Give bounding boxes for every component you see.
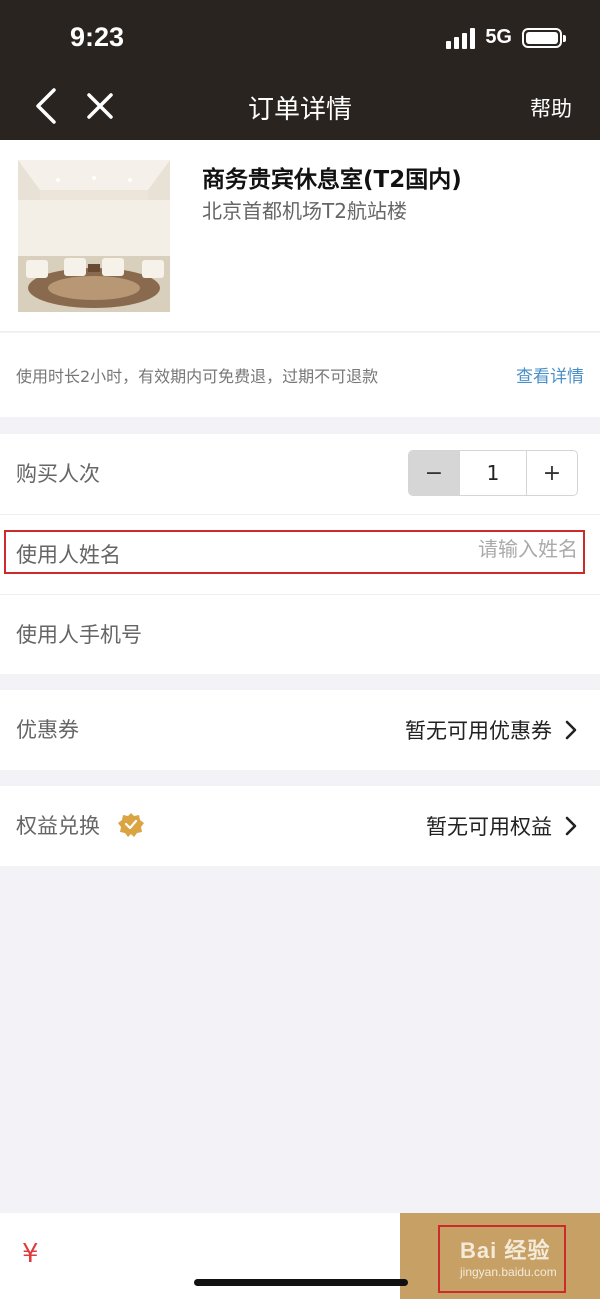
help-button[interactable]: 帮助 [530,93,572,123]
quantity-row: 购买人次 − 1 + [0,434,600,514]
home-indicator [194,1279,408,1286]
lounge-name: 商务贵宾休息室(T2国内) [202,167,462,193]
signal-icon [446,27,476,49]
name-field-highlight [4,530,585,574]
quantity-value: 1 [459,451,527,495]
policy-bar: 使用时长2小时，有效期内可免费退，过期不可退款 查看详情 [0,333,600,417]
coupon-label: 优惠券 [16,718,79,742]
lounge-location: 北京首都机场T2航站楼 [202,199,407,223]
benefit-label: 权益兑换 [16,814,100,838]
view-details-link[interactable]: 查看详情 [516,362,584,387]
page-title: 订单详情 [247,95,352,125]
badge-icon [118,813,144,837]
status-time: 9:23 [70,22,125,52]
watermark-url: jingyan.baidu.com [460,1265,557,1279]
submit-button[interactable]: Bai 经验 jingyan.baidu.com [400,1213,600,1299]
product-card: 商务贵宾休息室(T2国内) 北京首都机场T2航站楼 [0,140,600,332]
network-label: 5G [485,26,512,48]
phone-row[interactable]: 使用人手机号 [0,594,600,674]
chevron-right-icon [565,720,577,740]
coupon-row[interactable]: 优惠券 暂无可用优惠券 [0,690,600,770]
quantity-label: 购买人次 [16,462,100,486]
top-bar: 9:23 5G 订单详情 帮助 [0,0,600,140]
coupon-value: 暂无可用优惠券 [405,719,552,743]
chevron-right-icon [565,816,577,836]
decrement-button[interactable]: − [409,451,459,495]
price-symbol: ¥ [22,1239,39,1269]
lounge-photo [18,160,170,312]
quantity-stepper: − 1 + [408,450,578,496]
policy-text: 使用时长2小时，有效期内可免费退，过期不可退款 [16,367,379,386]
benefit-value: 暂无可用权益 [426,815,552,839]
benefit-row[interactable]: 权益兑换 暂无可用权益 [0,786,600,866]
phone-label: 使用人手机号 [16,623,142,647]
battery-icon [522,27,566,48]
increment-button[interactable]: + [527,451,577,495]
bottom-bar: ¥ Bai 经验 jingyan.baidu.com [0,1213,600,1299]
watermark-text: Bai 经验 [460,1238,551,1263]
status-indicators: 5G [446,26,566,49]
